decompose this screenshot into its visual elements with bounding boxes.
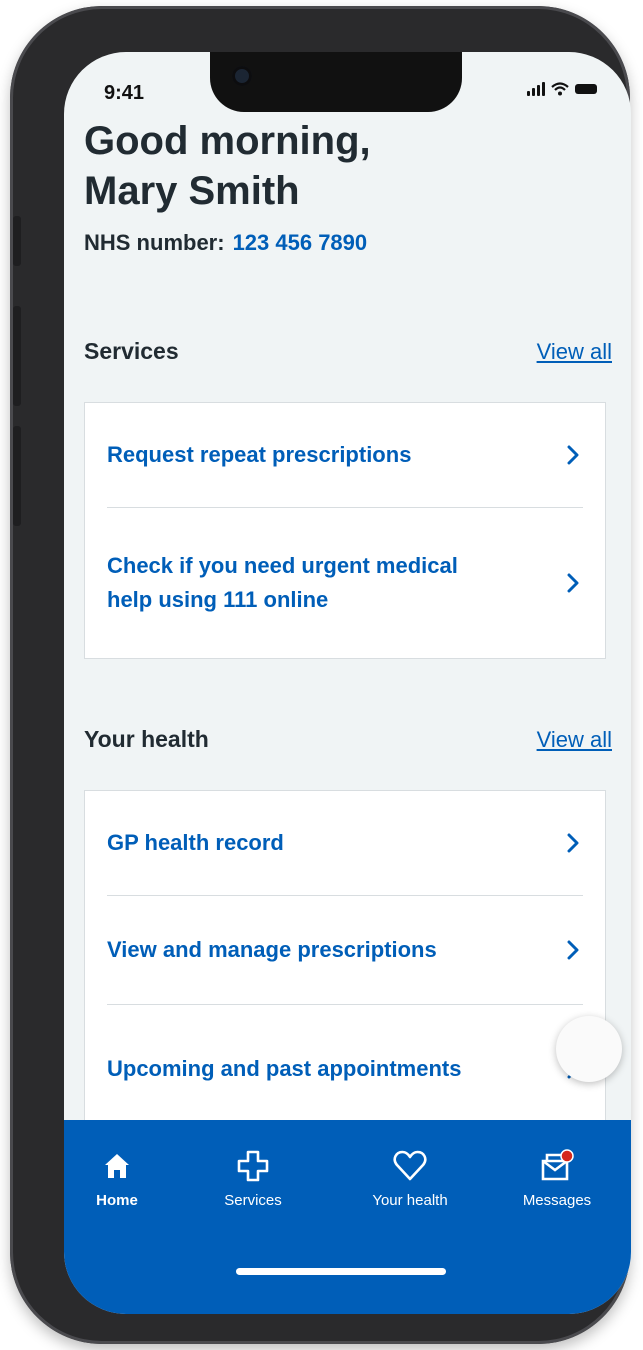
app-screen: 9:41 Good morning, Mary Smith NHS number… xyxy=(64,52,631,1314)
health-item-prescriptions[interactable]: View and manage prescriptions xyxy=(107,896,583,1005)
greeting: Good morning, Mary Smith xyxy=(84,116,371,216)
volume-down-button xyxy=(13,426,21,526)
notification-dot xyxy=(560,1149,574,1163)
tab-label: Home xyxy=(96,1192,138,1209)
health-item-label: Upcoming and past appointments xyxy=(107,1056,462,1081)
tab-label: Your health xyxy=(372,1192,448,1209)
services-title: Services xyxy=(84,338,179,364)
status-icons xyxy=(527,82,597,96)
service-item-111-online[interactable]: Check if you need urgent medical help us… xyxy=(107,508,583,658)
battery-icon xyxy=(575,84,597,94)
your-health-card: GP health record View and manage prescri… xyxy=(84,790,606,1132)
tab-messages[interactable]: Messages xyxy=(502,1148,612,1209)
service-item-repeat-prescriptions[interactable]: Request repeat prescriptions xyxy=(107,403,583,508)
health-item-label: GP health record xyxy=(107,830,284,855)
tab-label: Messages xyxy=(522,1192,592,1209)
your-health-view-all-link[interactable]: View all xyxy=(537,727,612,753)
notch xyxy=(210,52,462,112)
nhs-number-label: NHS number: xyxy=(84,230,225,255)
chevron-right-icon xyxy=(563,831,583,855)
front-camera xyxy=(232,66,252,86)
health-item-label: View and manage prescriptions xyxy=(107,937,437,962)
phone-frame: 9:41 Good morning, Mary Smith NHS number… xyxy=(10,6,631,1344)
services-card: Request repeat prescriptions Check if yo… xyxy=(84,402,606,659)
chevron-right-icon xyxy=(563,938,583,962)
signal-icon xyxy=(527,82,545,96)
your-health-header: Your health View all xyxy=(84,726,612,753)
bottom-tab-bar: Home Services Your health Messages xyxy=(64,1120,631,1314)
nhs-number-row: NHS number: 123 456 7890 xyxy=(84,230,367,256)
tab-services[interactable]: Services xyxy=(198,1148,308,1209)
tab-home[interactable]: Home xyxy=(64,1148,172,1209)
chevron-right-icon xyxy=(563,443,583,467)
volume-up-button xyxy=(13,306,21,406)
side-button xyxy=(13,216,21,266)
tab-label: Services xyxy=(224,1192,282,1209)
your-health-title: Your health xyxy=(84,726,209,752)
chevron-right-icon xyxy=(563,571,583,595)
tab-your-health[interactable]: Your health xyxy=(355,1148,465,1209)
assistive-touch-button[interactable] xyxy=(556,1016,622,1082)
message-icon xyxy=(541,1149,574,1181)
services-header: Services View all xyxy=(84,338,612,365)
status-time: 9:41 xyxy=(104,82,145,104)
user-name: Mary Smith xyxy=(84,169,300,213)
nhs-number-value: 123 456 7890 xyxy=(232,230,368,255)
service-item-label: Check if you need urgent medical help us… xyxy=(107,553,458,612)
heart-icon xyxy=(393,1150,427,1181)
wifi-icon xyxy=(551,82,569,96)
home-icon xyxy=(105,1154,129,1178)
health-item-gp-record[interactable]: GP health record xyxy=(107,791,583,896)
service-item-label: Request repeat prescriptions xyxy=(107,442,412,467)
plus-icon xyxy=(237,1150,269,1182)
services-view-all-link[interactable]: View all xyxy=(537,339,612,365)
home-indicator xyxy=(236,1268,446,1275)
greeting-line: Good morning, xyxy=(84,119,371,163)
health-item-appointments[interactable]: Upcoming and past appointments xyxy=(107,1005,583,1133)
